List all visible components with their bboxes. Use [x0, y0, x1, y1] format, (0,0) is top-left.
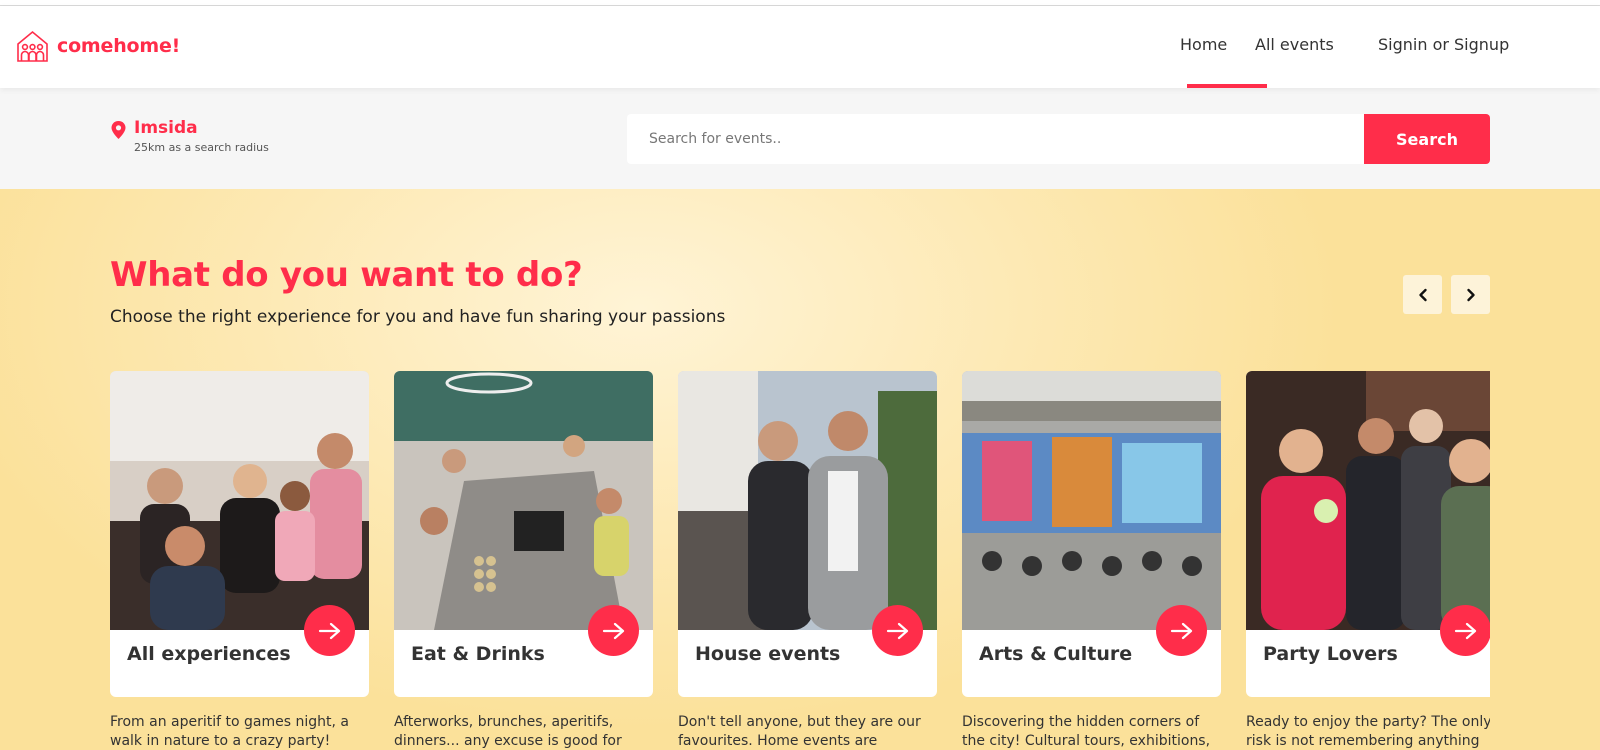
card-box: Arts & Culture: [962, 371, 1221, 697]
card-title: Arts & Culture: [979, 643, 1133, 665]
arrow-right-icon: [886, 622, 908, 639]
search-button[interactable]: Search: [1364, 114, 1490, 164]
category-carousel: All experiences From an aperitif to game…: [110, 371, 1490, 750]
card-description: From an aperitif to games night, a walk …: [110, 714, 349, 749]
search-bar: Imsida 25km as a search radius Search: [0, 88, 1600, 189]
section-title: What do you want to do?: [110, 255, 583, 295]
location-city: Imsida: [134, 118, 198, 138]
category-card-arts-culture[interactable]: Arts & Culture Discovering the hidden co…: [962, 371, 1221, 749]
card-title: Eat & Drinks: [411, 643, 545, 665]
chevron-left-icon: [1418, 288, 1427, 301]
card-go-button[interactable]: [304, 605, 355, 656]
card-box: Party Lovers: [1246, 371, 1490, 697]
nav-home-link[interactable]: Home: [1180, 35, 1227, 54]
location-text: Imsida 25km as a search radius: [134, 118, 269, 154]
location-selector[interactable]: Imsida 25km as a search radius: [111, 118, 269, 154]
arrow-right-icon: [1454, 622, 1476, 639]
card-go-button[interactable]: [1156, 605, 1207, 656]
card-description: Don't tell anyone, but they are our favo…: [678, 714, 921, 749]
category-card-house-events[interactable]: House events Don't tell anyone, but they…: [678, 371, 937, 749]
card-photo-couple-terrace: [678, 371, 937, 630]
card-photo-friends-group: [110, 371, 369, 630]
location-radius: 25km as a search radius: [134, 141, 269, 154]
map-pin-icon: [111, 121, 126, 139]
card-title: House events: [695, 643, 841, 665]
card-title: All experiences: [127, 643, 291, 665]
arrow-right-icon: [602, 622, 624, 639]
card-photo-party-crowd: [1246, 371, 1490, 630]
card-go-button[interactable]: [1440, 605, 1490, 656]
site-header: comehome! Home All events Signin or Sign…: [0, 6, 1600, 88]
card-description: Ready to enjoy the party? The only risk …: [1246, 714, 1490, 749]
categories-section: What do you want to do? Choose the right…: [0, 189, 1600, 750]
card-description: Afterworks, brunches, aperitifs, dinners…: [394, 714, 622, 749]
chevron-right-icon: [1466, 288, 1475, 301]
card-go-button[interactable]: [588, 605, 639, 656]
category-card-party-lovers[interactable]: Party Lovers Ready to enjoy the party? T…: [1246, 371, 1490, 749]
card-photo-street-art-bikes: [962, 371, 1221, 630]
arrow-right-icon: [1170, 622, 1192, 639]
house-people-icon: [17, 30, 48, 62]
search-input[interactable]: [627, 114, 1364, 164]
card-go-button[interactable]: [872, 605, 923, 656]
card-photo-kitchen-party: [394, 371, 653, 630]
brand-name: comehome!: [57, 35, 181, 57]
section-subtitle: Choose the right experience for you and …: [110, 307, 726, 327]
card-box: House events: [678, 371, 937, 697]
arrow-right-icon: [318, 622, 340, 639]
nav-active-indicator: [1187, 84, 1267, 88]
category-card-all-experiences[interactable]: All experiences From an aperitif to game…: [110, 371, 369, 749]
card-title: Party Lovers: [1263, 643, 1398, 665]
card-box: All experiences: [110, 371, 369, 697]
carousel-prev-button[interactable]: [1403, 275, 1442, 314]
carousel-next-button[interactable]: [1451, 275, 1490, 314]
brand-logo[interactable]: comehome!: [16, 30, 180, 62]
card-box: Eat & Drinks: [394, 371, 653, 697]
category-card-eat-drinks[interactable]: Eat & Drinks Afterworks, brunches, aperi…: [394, 371, 653, 749]
nav-signin-link[interactable]: Signin or Signup: [1378, 35, 1509, 54]
nav-all-events-link[interactable]: All events: [1255, 35, 1334, 54]
card-description: Discovering the hidden corners of the ci…: [962, 714, 1211, 749]
